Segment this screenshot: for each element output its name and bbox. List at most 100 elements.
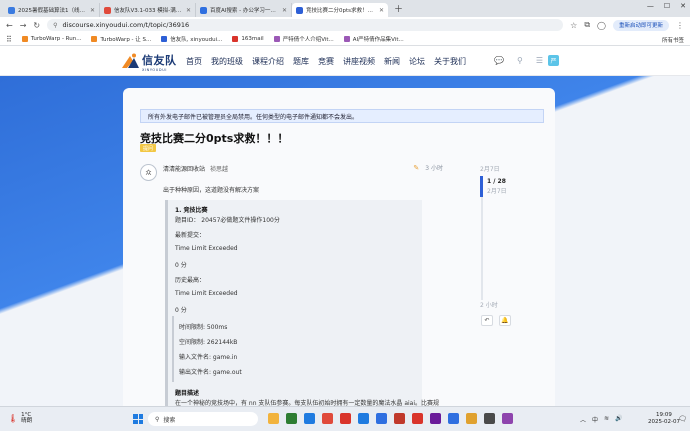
author-name[interactable]: 清清能源回收站 — [163, 164, 205, 173]
browser-tab-active[interactable]: 竞技比赛二分0pts求救！！！ ✕ — [292, 3, 388, 17]
taskbar-app-icon[interactable] — [268, 413, 279, 424]
window-controls: — ☐ ✕ — [647, 2, 686, 10]
taskbar-app-icon[interactable] — [448, 413, 459, 424]
close-icon[interactable]: ✕ — [379, 7, 384, 14]
chat-icon[interactable]: 💬 — [494, 56, 504, 65]
weather-desc: 晴朗 — [21, 418, 33, 424]
hamburger-menu-icon[interactable]: ☰ — [536, 56, 543, 65]
nav-contests[interactable]: 竞赛 — [318, 56, 334, 67]
site-header: 信友队 XINYOUDUI 首页 我的班级 课程介绍 题库 竞赛 讲座视频 新闻… — [0, 46, 690, 76]
nav-forum[interactable]: 论坛 — [409, 56, 425, 67]
wifi-icon[interactable]: ≋ — [604, 415, 609, 424]
latest-submission-status: Time Limit Exceeded — [175, 245, 238, 252]
bookmark-item[interactable]: 严特倩个人介绍Vit... — [273, 35, 334, 43]
bookmark-item[interactable]: 163mail — [232, 36, 264, 42]
profile-icon[interactable]: ◯ — [597, 21, 606, 30]
nav-courses[interactable]: 课程介绍 — [252, 56, 284, 67]
close-icon[interactable]: ✕ — [90, 7, 95, 14]
author-avatar[interactable]: 众 — [140, 164, 157, 181]
author-username[interactable]: 祯思越 — [210, 164, 228, 173]
taskbar-app-icon[interactable] — [322, 413, 333, 424]
apps-grid-icon[interactable]: ⠿ — [6, 35, 12, 44]
taskbar-app-icon[interactable] — [358, 413, 369, 424]
taskbar-app-icon[interactable] — [466, 413, 477, 424]
menu-icon[interactable]: ⋮ — [676, 21, 684, 30]
tray-chevron-icon[interactable]: ︿ — [580, 415, 586, 424]
minimize-icon[interactable]: — — [647, 2, 654, 10]
bookmark-label: 163mail — [241, 36, 264, 42]
timeline-bottom-date[interactable]: 2 小时 — [480, 300, 498, 309]
taskbar-app-icon[interactable] — [286, 413, 297, 424]
tab-favicon-icon — [104, 6, 111, 14]
notification-center-icon[interactable]: 🗨 — [678, 415, 687, 423]
nav-my-class[interactable]: 我的班级 — [211, 56, 243, 67]
nav-problems[interactable]: 题库 — [293, 56, 309, 67]
bookmark-favicon-icon — [21, 36, 28, 42]
bookmark-item[interactable]: AI严特倩作品集Vit... — [343, 35, 404, 43]
bookmark-item[interactable]: TurboWarp - Run... — [21, 36, 81, 42]
taskbar-app-icon[interactable] — [376, 413, 387, 424]
browser-tab[interactable]: 百度AI搜索 - 办公学习一站解决 ✕ — [196, 3, 292, 17]
timeline-handle[interactable] — [480, 176, 483, 197]
topic-tag[interactable]: 提问 — [140, 144, 157, 152]
taskbar: 🌡 1°C 晴朗 ⚲ 搜索 ︿ 中 ≋ 🔊 19:09 2025-02-07 🗨 — [0, 406, 690, 431]
taskbar-app-icon[interactable] — [304, 413, 315, 424]
nav-lectures[interactable]: 讲座视频 — [343, 56, 375, 67]
bookmark-item[interactable]: 信友队, xinyoudui... — [161, 35, 222, 43]
taskbar-app-icon[interactable] — [484, 413, 495, 424]
start-button[interactable] — [133, 414, 143, 424]
url-field[interactable]: ⚲ discourse.xinyoudui.com/t/topic/36916 — [47, 19, 564, 31]
weather-widget[interactable]: 🌡 1°C 晴朗 — [8, 412, 32, 424]
browser-tab[interactable]: 2025暑假基础算法1（线上） ✕ — [4, 3, 100, 17]
volume-icon[interactable]: 🔊 — [615, 415, 622, 424]
browser-tab[interactable]: 信友队V3.1-033 模拟-满分作业 ✕ — [100, 3, 196, 17]
user-avatar[interactable]: 严 — [548, 55, 559, 66]
back-icon[interactable]: ← — [6, 21, 13, 30]
all-bookmarks-button[interactable]: 所有书签 — [662, 36, 684, 44]
reply-button[interactable]: ↶ — [481, 315, 493, 326]
best-submission-score: 0 分 — [175, 307, 187, 314]
bookmark-item[interactable]: TurboWarp - 让 S... — [91, 35, 151, 43]
taskbar-clock[interactable]: 19:09 2025-02-07 — [648, 412, 680, 426]
nav-home[interactable]: 首页 — [186, 56, 202, 67]
reload-icon[interactable]: ↻ — [33, 21, 40, 30]
nav-news[interactable]: 新闻 — [384, 56, 400, 67]
tab-label: 2025暑假基础算法1（线上） — [18, 8, 87, 14]
forward-icon[interactable]: → — [20, 21, 27, 30]
close-icon[interactable]: ✕ — [282, 7, 287, 14]
taskbar-search[interactable]: ⚲ 搜索 — [148, 412, 258, 426]
taskbar-app-icon[interactable] — [340, 413, 351, 424]
taskbar-app-icon[interactable] — [430, 413, 441, 424]
extensions-icon[interactable]: ⧉ — [584, 20, 590, 30]
close-window-icon[interactable]: ✕ — [680, 2, 686, 10]
topic-title[interactable]: 竞技比赛二分0pts求救！！！ — [140, 130, 288, 146]
tab-favicon-icon — [8, 6, 15, 14]
notification-button[interactable]: 🔔 — [499, 315, 511, 326]
logo-text: 信友队 — [142, 54, 177, 67]
clock-time: 19:09 — [656, 412, 672, 418]
taskbar-app-icon[interactable] — [502, 413, 513, 424]
site-logo[interactable]: 信友队 — [122, 52, 177, 68]
close-icon[interactable]: ✕ — [186, 7, 191, 14]
new-tab-icon[interactable]: ＋ — [394, 2, 403, 15]
search-icon[interactable]: ⚲ — [517, 56, 523, 65]
taskbar-app-icon[interactable] — [394, 413, 405, 424]
timeline-top-date[interactable]: 2月7日 — [480, 164, 500, 173]
timeline-position-date: 2月7日 — [487, 188, 507, 195]
bookmark-label: 严特倩个人介绍Vit... — [282, 37, 334, 43]
site-info-icon[interactable]: ⚲ — [53, 22, 57, 29]
tab-label: 信友队V3.1-033 模拟-满分作业 — [114, 8, 183, 14]
best-submission-label: 历史最高： — [175, 277, 206, 284]
header-icons: 💬 ⚲ ☰ — [494, 56, 543, 65]
bookmarks-bar: ⠿ TurboWarp - Run... TurboWarp - 让 S... … — [0, 33, 690, 46]
nav-about[interactable]: 关于我们 — [434, 56, 466, 67]
taskbar-app-icon[interactable] — [412, 413, 423, 424]
post-time[interactable]: 3 小时 — [425, 163, 443, 172]
logo-subtext: XINYOUDUI — [142, 68, 168, 72]
bookmark-label: TurboWarp - 让 S... — [100, 37, 152, 43]
input-method-icon[interactable]: 中 — [592, 415, 598, 424]
maximize-icon[interactable]: ☐ — [664, 2, 670, 10]
star-icon[interactable]: ☆ — [570, 21, 577, 30]
edit-pencil-icon[interactable]: ✎ — [413, 164, 419, 172]
update-button[interactable]: 重新启动即可更新 — [612, 19, 669, 31]
